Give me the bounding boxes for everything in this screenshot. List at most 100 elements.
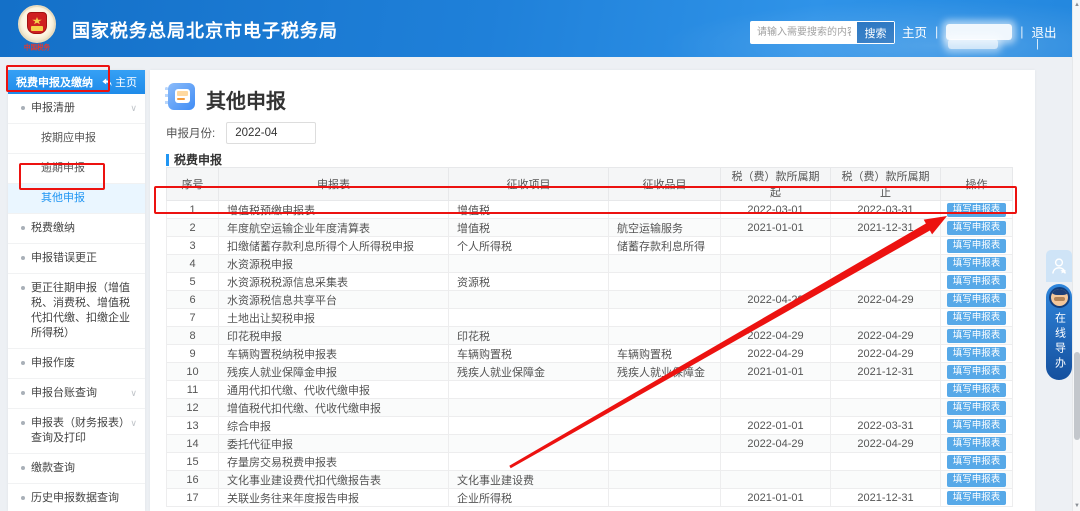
cell-period-end: 2022-04-29 — [830, 326, 941, 345]
scrollbar-thumb[interactable] — [1074, 352, 1080, 440]
sidebar-item[interactable]: 申报台账查询 ∨ — [8, 379, 145, 409]
cell-item: 储蓄存款利息所得 — [608, 236, 721, 255]
col-header-item: 征收品目 — [608, 167, 721, 201]
fill-form-button[interactable]: 填写申报表 — [946, 472, 1007, 487]
table-row: 1 增值税预缴申报表 增值税 2022-03-01 2022-03-31 填写申… — [166, 200, 1013, 219]
logout-link[interactable]: 退出 — [1032, 22, 1057, 41]
fill-form-button[interactable]: 填写申报表 — [946, 454, 1007, 469]
sidebar-home-button[interactable]: 主页 — [102, 74, 137, 90]
scroll-down-icon[interactable]: ▼ — [1073, 503, 1080, 509]
cell-period-start — [720, 380, 831, 399]
bullet-icon — [21, 466, 25, 470]
fill-form-button[interactable]: 填写申报表 — [946, 418, 1007, 433]
page-scrollbar[interactable]: ▲ ▼ — [1072, 0, 1080, 511]
home-link[interactable]: 主页 — [902, 22, 927, 41]
sidebar-item[interactable]: 申报清册 ∨ — [8, 94, 145, 124]
cell-period-start — [720, 272, 831, 291]
cell-project: 个人所得税 — [448, 236, 609, 255]
profile-shortcut-button[interactable] — [1046, 250, 1072, 282]
month-input[interactable] — [226, 122, 317, 144]
cell-period-end — [830, 452, 941, 471]
cell-index: 10 — [166, 362, 219, 381]
cell-period-start: 2022-04-29 — [720, 326, 831, 345]
bullet-icon — [21, 256, 25, 260]
fill-form-button[interactable]: 填写申报表 — [946, 274, 1007, 289]
cell-index: 2 — [166, 218, 219, 237]
sidebar-item[interactable]: 更正往期申报（增值税、消费税、增值税代扣代缴、扣缴企业所得税） ∨ — [8, 274, 145, 349]
cell-project: 文化事业建设费 — [448, 470, 609, 489]
cell-form: 扣缴储蓄存款利息所得个人所得税申报 — [218, 236, 449, 255]
service-agent-icon — [1048, 287, 1070, 308]
cell-item — [608, 200, 721, 219]
top-header: 中国税务 国家税务总局北京市电子税务局 搜索 主页 | | 退出 | — [0, 0, 1080, 57]
sidebar-item[interactable]: 其他申报 ∨ — [8, 184, 145, 214]
cell-index: 17 — [166, 488, 219, 507]
cell-project — [448, 398, 609, 417]
sidebar-title: 税费申报及缴纳 — [16, 77, 93, 89]
cell-form: 综合申报 — [218, 416, 449, 435]
sidebar: 税费申报及缴纳 主页 申报清册 ∨ 按期应申报 ∨ — [8, 70, 145, 511]
sidebar-item[interactable]: 申报错误更正 ∨ — [8, 244, 145, 274]
cell-index: 8 — [166, 326, 219, 345]
table-row: 16 文化事业建设费代扣代缴报告表 文化事业建设费 填写申报表 — [166, 470, 1013, 489]
cell-project: 残疾人就业保障金 — [448, 362, 609, 381]
person-star-icon — [1052, 258, 1066, 274]
online-guide-button[interactable]: 在线导办 — [1046, 284, 1072, 380]
fill-form-button[interactable]: 填写申报表 — [946, 490, 1007, 505]
fill-form-button[interactable]: 填写申报表 — [946, 346, 1007, 361]
fill-form-button[interactable]: 填写申报表 — [946, 382, 1007, 397]
cell-index: 9 — [166, 344, 219, 363]
cell-form: 水资源税申报 — [218, 254, 449, 273]
table-row: 13 综合申报 2022-01-01 2022-03-31 填写申报表 — [166, 416, 1013, 435]
fill-form-button[interactable]: 填写申报表 — [946, 436, 1007, 451]
sidebar-item-label: 更正往期申报（增值税、消费税、增值税代扣代缴、扣缴企业所得税） — [31, 282, 130, 339]
sidebar-item-label: 申报错误更正 — [31, 252, 97, 264]
fill-form-button[interactable]: 填写申报表 — [946, 238, 1007, 253]
notebook-icon — [165, 83, 195, 110]
cell-item — [608, 488, 721, 507]
bullet-icon — [21, 496, 25, 500]
bullet-icon — [21, 106, 25, 110]
sidebar-item[interactable]: 申报表（财务报表）查询及打印 ∨ — [8, 409, 145, 454]
cell-period-start: 2022-04-29 — [720, 290, 831, 309]
table-row: 12 增值税代扣代缴、代收代缴申报 填写申报表 — [166, 398, 1013, 417]
month-filter-row: 申报月份: — [166, 122, 317, 144]
cell-period-end: 2022-04-29 — [830, 434, 941, 453]
fill-form-button[interactable]: 填写申报表 — [946, 256, 1007, 271]
cell-period-end — [830, 236, 941, 255]
cell-item: 航空运输服务 — [608, 218, 721, 237]
sidebar-item[interactable]: 税费缴纳 ∨ — [8, 214, 145, 244]
sidebar-item[interactable]: 逾期申报 ∨ — [8, 154, 145, 184]
fill-form-button[interactable]: 填写申报表 — [946, 292, 1007, 307]
cell-index: 11 — [166, 380, 219, 399]
fill-form-button[interactable]: 填写申报表 — [946, 202, 1007, 217]
table-row: 15 存量房交易税费申报表 填写申报表 — [166, 452, 1013, 471]
cell-item — [608, 290, 721, 309]
main-content: 其他申报 申报月份: 税费申报 序号 申报表 征收项目 征收品目 税（费）款所属… — [150, 70, 1035, 511]
sidebar-item[interactable]: 历史申报数据查询 ∨ — [8, 484, 145, 511]
sidebar-item-label: 申报表（财务报表）查询及打印 — [31, 417, 125, 444]
fill-form-button[interactable]: 填写申报表 — [946, 364, 1007, 379]
cell-project: 企业所得税 — [448, 488, 609, 507]
sidebar-item[interactable]: 缴款查询 ∨ — [8, 454, 145, 484]
fill-form-button[interactable]: 填写申报表 — [946, 310, 1007, 325]
cell-index: 3 — [166, 236, 219, 255]
search-button[interactable]: 搜索 — [857, 22, 894, 43]
cell-project: 车辆购置税 — [448, 344, 609, 363]
scroll-up-icon[interactable]: ▲ — [1073, 2, 1080, 8]
national-emblem-icon — [18, 5, 56, 43]
sidebar-item[interactable]: 申报作废 ∨ — [8, 349, 145, 379]
fill-form-button[interactable]: 填写申报表 — [946, 328, 1007, 343]
cell-period-start: 2022-04-29 — [720, 434, 831, 453]
cell-item — [608, 380, 721, 399]
cell-period-end: 2021-12-31 — [830, 218, 941, 237]
cell-form: 关联业务往来年度报告申报 — [218, 488, 449, 507]
search-box: 搜索 — [750, 21, 895, 44]
cell-period-start — [720, 236, 831, 255]
fill-form-button[interactable]: 填写申报表 — [946, 220, 1007, 235]
search-input[interactable] — [751, 22, 857, 43]
fill-form-button[interactable]: 填写申报表 — [946, 400, 1007, 415]
table-row: 8 印花税申报 印花税 2022-04-29 2022-04-29 填写申报表 — [166, 326, 1013, 345]
cell-form: 年度航空运输企业年度清算表 — [218, 218, 449, 237]
sidebar-item[interactable]: 按期应申报 ∨ — [8, 124, 145, 154]
